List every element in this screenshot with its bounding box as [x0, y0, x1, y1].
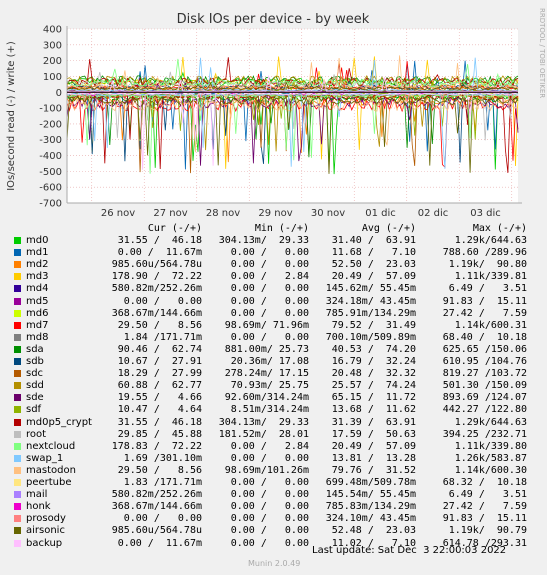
y-tick-label: -100 — [39, 104, 62, 115]
last-update: Last update: Sat Dec 3 22:00:03 2022 — [312, 545, 507, 556]
y-tick-label: 100 — [43, 72, 62, 83]
x-tick-label: 03 dic — [470, 208, 501, 219]
y-tick-label: 0 — [56, 88, 62, 99]
y-tick-label: -300 — [39, 135, 62, 146]
y-tick-label: -200 — [39, 119, 62, 130]
y-tick-label: 300 — [43, 40, 62, 51]
x-tick-label: 02 dic — [418, 208, 449, 219]
chart-canvas: 400 300 200 100 0 -100 -200 -300 -400 -500 -600 -70… — [0, 0, 547, 575]
x-tick-label: 27 nov — [153, 208, 187, 219]
x-tick-label: 29 nov — [258, 208, 292, 219]
chart-title: Disk IOs per device - by week — [177, 12, 370, 27]
y-tick-label: -500 — [39, 167, 62, 178]
munin-version: Munin 2.0.49 — [248, 559, 301, 568]
y-tick-label: 400 — [43, 25, 62, 36]
y-tick-label: 200 — [43, 56, 62, 67]
x-tick-label: 30 nov — [311, 208, 345, 219]
rrdtool-credit: RRDTOOL / TOBI OETIKER — [538, 8, 546, 98]
y-tick-label: -700 — [39, 199, 62, 210]
y-axis-label: IOs/second read (-) / write (+) — [6, 41, 17, 191]
y-tick-label: -600 — [39, 183, 62, 194]
y-tick-label: -400 — [39, 151, 62, 162]
x-tick-label: 28 nov — [206, 208, 240, 219]
x-tick-label: 01 dic — [365, 208, 396, 219]
x-tick-label: 26 nov — [101, 208, 135, 219]
